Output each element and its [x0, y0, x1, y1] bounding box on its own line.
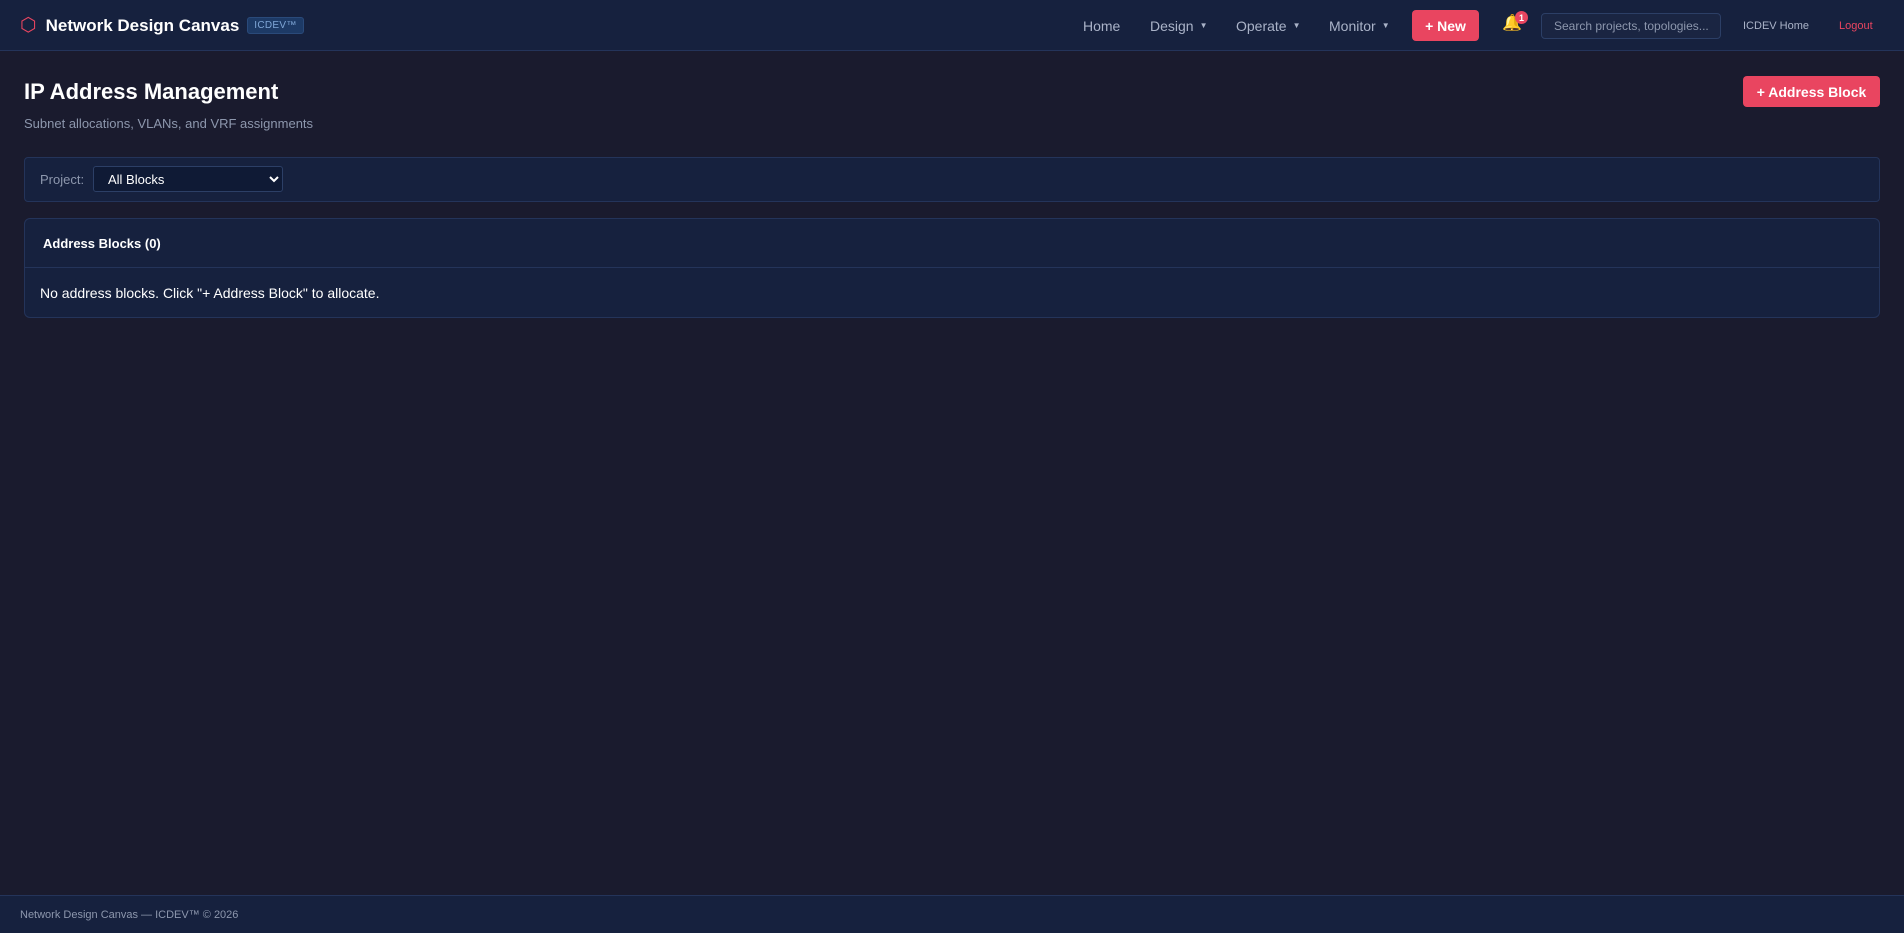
project-filter-label: Project:: [40, 172, 85, 187]
brand[interactable]: ⬡ Network Design Canvas ICDEV™: [20, 0, 304, 51]
address-blocks-title: Address Blocks (0): [43, 236, 161, 251]
new-button[interactable]: + New: [1412, 10, 1479, 41]
icdev-home-link[interactable]: ICDEV Home: [1743, 0, 1809, 51]
brand-title: Network Design Canvas: [45, 15, 240, 35]
card-header: Address Blocks (0): [25, 219, 1879, 268]
notification-badge: 1: [1515, 11, 1528, 24]
nav-monitor-label: Monitor: [1329, 17, 1376, 34]
page-title: IP Address Management: [24, 79, 279, 104]
search-input[interactable]: [1541, 13, 1721, 39]
hexagon-icon: ⬡: [20, 15, 37, 36]
project-select[interactable]: All Blocks: [93, 166, 283, 192]
caret-down-icon: ▼: [1292, 21, 1301, 30]
logout-link[interactable]: Logout: [1839, 0, 1873, 51]
caret-down-icon: ▼: [1199, 21, 1208, 30]
nav-operate-dropdown[interactable]: Operate ▼: [1236, 0, 1301, 51]
project-filter-bar: Project: All Blocks: [24, 157, 1880, 202]
nav-design-dropdown[interactable]: Design ▼: [1150, 0, 1208, 51]
nav-design-label: Design: [1150, 17, 1194, 34]
nav-home-link[interactable]: Home: [1083, 0, 1120, 51]
address-blocks-card: Address Blocks (0) No address blocks. Cl…: [24, 218, 1880, 318]
brand-badge: ICDEV™: [247, 17, 304, 34]
add-address-block-button[interactable]: + Address Block: [1743, 76, 1880, 107]
nav-monitor-dropdown[interactable]: Monitor ▼: [1329, 0, 1390, 51]
empty-state-message: No address blocks. Click "+ Address Bloc…: [40, 285, 380, 301]
page-subtitle: Subnet allocations, VLANs, and VRF assig…: [24, 116, 314, 131]
caret-down-icon: ▼: [1381, 21, 1390, 30]
footer: Network Design Canvas — ICDEV™ © 2026: [0, 895, 1904, 933]
footer-text: Network Design Canvas — ICDEV™ © 2026: [20, 908, 239, 921]
top-navbar: ⬡ Network Design Canvas ICDEV™ Home Desi…: [0, 0, 1904, 51]
nav-home-label: Home: [1083, 17, 1121, 34]
nav-operate-label: Operate: [1236, 17, 1287, 34]
